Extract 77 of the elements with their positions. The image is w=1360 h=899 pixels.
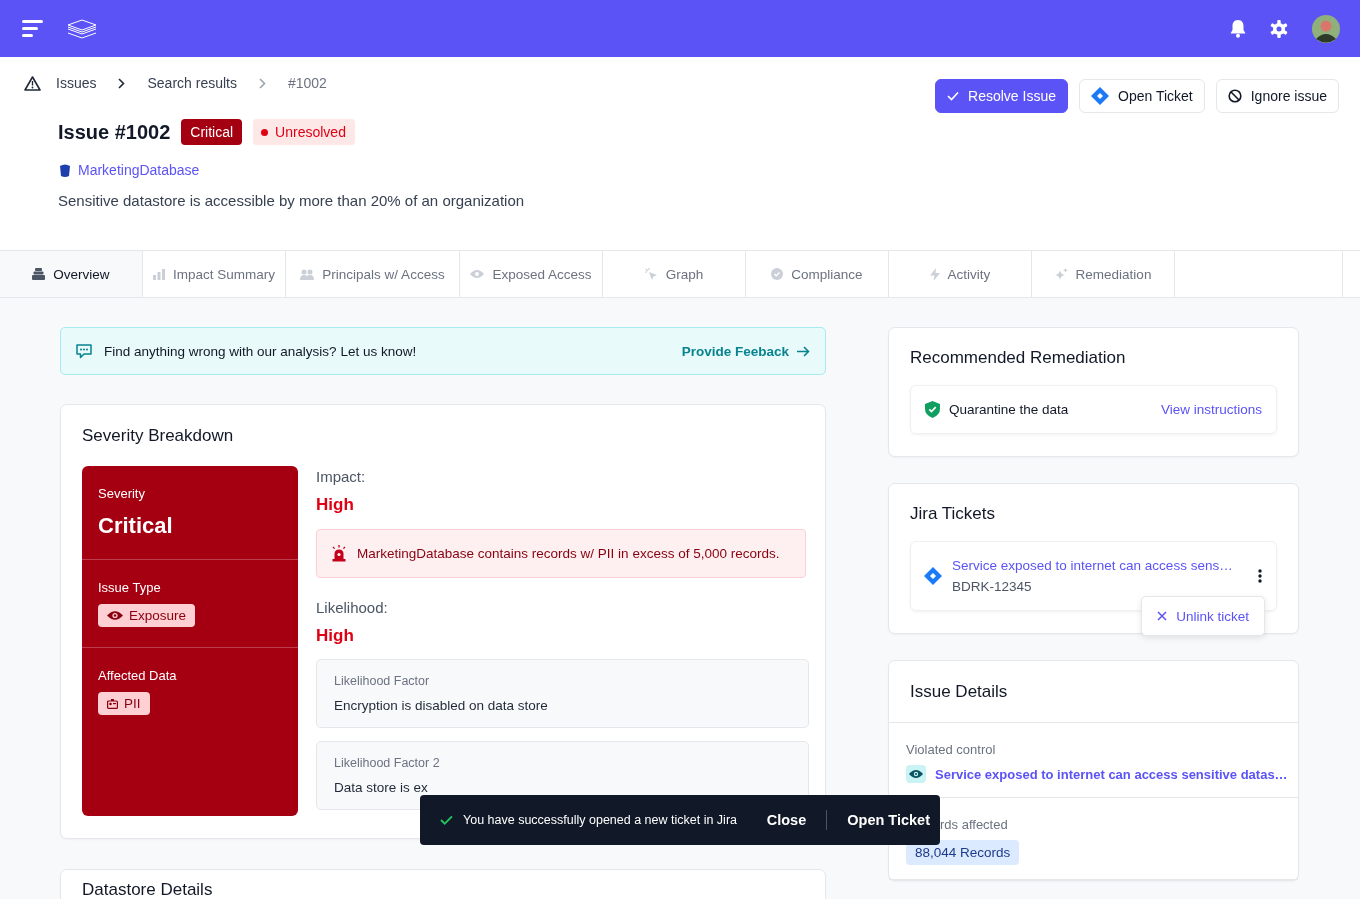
shield-check-icon bbox=[925, 401, 940, 418]
status-badge: Unresolved bbox=[253, 119, 355, 145]
check-badge-icon bbox=[771, 268, 784, 280]
close-icon bbox=[1157, 611, 1168, 621]
diamond-icon bbox=[924, 567, 942, 585]
siren-icon bbox=[331, 545, 347, 562]
warning-icon bbox=[24, 75, 41, 91]
toast-message: You have successfully opened a new ticket in Jira bbox=[463, 813, 738, 827]
field-label: rds affected bbox=[940, 817, 1009, 832]
card-title: Severity Breakdown bbox=[82, 426, 235, 446]
remediation-text: Quarantine the data bbox=[949, 402, 1070, 417]
issue-title: Issue #1002 bbox=[58, 120, 171, 144]
more-icon[interactable] bbox=[1258, 569, 1262, 583]
breadcrumb-link[interactable]: #1002 bbox=[287, 75, 339, 91]
impact-label: Impact: bbox=[316, 468, 367, 485]
issue-description: Sensitive datastore is accessible by more than 20% of an organization bbox=[58, 192, 526, 209]
chevron-right-icon bbox=[118, 77, 126, 89]
records-tag: 88,044 Records bbox=[906, 840, 1020, 865]
card-title: Issue Details bbox=[910, 681, 1008, 702]
open-ticket-button[interactable]: Open Ticket bbox=[1079, 79, 1205, 113]
eye-icon bbox=[107, 610, 123, 621]
bar-chart-icon bbox=[153, 268, 165, 280]
breadcrumb-link[interactable]: Issues bbox=[56, 75, 109, 91]
factor-value: Data store is ex bbox=[334, 780, 429, 795]
feedback-link[interactable]: Provide Feeback bbox=[681, 343, 810, 359]
field-label: Severity bbox=[98, 486, 146, 501]
impact-note: MarketingDatabase contains records w/ PII in excess of 5,000 records. bbox=[357, 546, 780, 561]
avatar[interactable] bbox=[1312, 14, 1340, 43]
cursor-icon bbox=[644, 267, 658, 281]
factor-label: Likelihood Factor bbox=[334, 674, 431, 688]
breadcrumb-link[interactable]: Search results bbox=[147, 75, 249, 91]
arrow-right-icon bbox=[797, 345, 810, 357]
check-icon bbox=[440, 815, 453, 825]
impact-value: High bbox=[316, 495, 355, 515]
database-icon bbox=[60, 163, 70, 177]
resolve-button[interactable]: Resolve Issue bbox=[935, 79, 1068, 113]
settings-icon[interactable] bbox=[1270, 19, 1288, 38]
id-card-icon bbox=[107, 698, 118, 709]
field-label: Affected Data bbox=[98, 668, 178, 683]
toast-action-button[interactable]: Open Ticket bbox=[837, 812, 940, 828]
stack-icon bbox=[32, 268, 46, 280]
control-link[interactable]: Service exposed to internet can access sensitive datas… bbox=[935, 766, 1288, 782]
eye-icon bbox=[470, 269, 485, 279]
field-label: Issue Type bbox=[98, 580, 162, 595]
card-title: Datastore Details bbox=[82, 880, 214, 899]
factor-value: Encryption is disabled on data store bbox=[334, 698, 549, 713]
severity-badge: Critical bbox=[181, 119, 243, 145]
feedback-message: Find anything wrong with our analysis? Let us know! bbox=[104, 343, 418, 359]
sparkle-icon bbox=[1054, 267, 1068, 281]
eye-icon bbox=[906, 765, 926, 783]
ticket-key: BDRK-12345 bbox=[952, 579, 1248, 594]
people-icon bbox=[300, 268, 315, 280]
lightning-icon bbox=[929, 267, 940, 281]
issue-type-tag: Exposure bbox=[98, 604, 196, 627]
prohibited-icon bbox=[1227, 89, 1242, 103]
unlink-menu-item[interactable]: Unlink ticket bbox=[1141, 596, 1265, 636]
datastore-link[interactable]: MarketingDatabase bbox=[78, 162, 200, 178]
data-type-tag: PII bbox=[98, 692, 150, 715]
severity-value: Critical bbox=[98, 513, 174, 539]
toast-action-button[interactable]: Close bbox=[756, 812, 817, 828]
instructions-link[interactable]: View instructions bbox=[1160, 402, 1262, 417]
likelihood-value: High bbox=[316, 626, 355, 646]
menu-icon[interactable] bbox=[22, 20, 43, 37]
card-title: Jira Tickets bbox=[910, 504, 997, 524]
ticket-link[interactable]: Service exposed to internet can access sens… bbox=[952, 558, 1248, 573]
diamond-icon bbox=[1091, 87, 1109, 105]
factor-label: Likelihood Factor 2 bbox=[334, 756, 441, 770]
check-icon bbox=[947, 91, 960, 101]
bell-icon[interactable] bbox=[1230, 19, 1246, 38]
chat-icon bbox=[76, 343, 92, 359]
likelihood-label: Likelihood: bbox=[316, 599, 389, 616]
layers-logo-icon[interactable] bbox=[67, 18, 97, 39]
tab[interactable]: Overview bbox=[0, 251, 143, 297]
chevron-right-icon bbox=[258, 77, 266, 89]
ignore-button[interactable]: Ignore issue bbox=[1215, 79, 1339, 113]
field-label: Violated control bbox=[906, 742, 997, 757]
card-title: Recommended Remediation bbox=[910, 348, 1127, 368]
